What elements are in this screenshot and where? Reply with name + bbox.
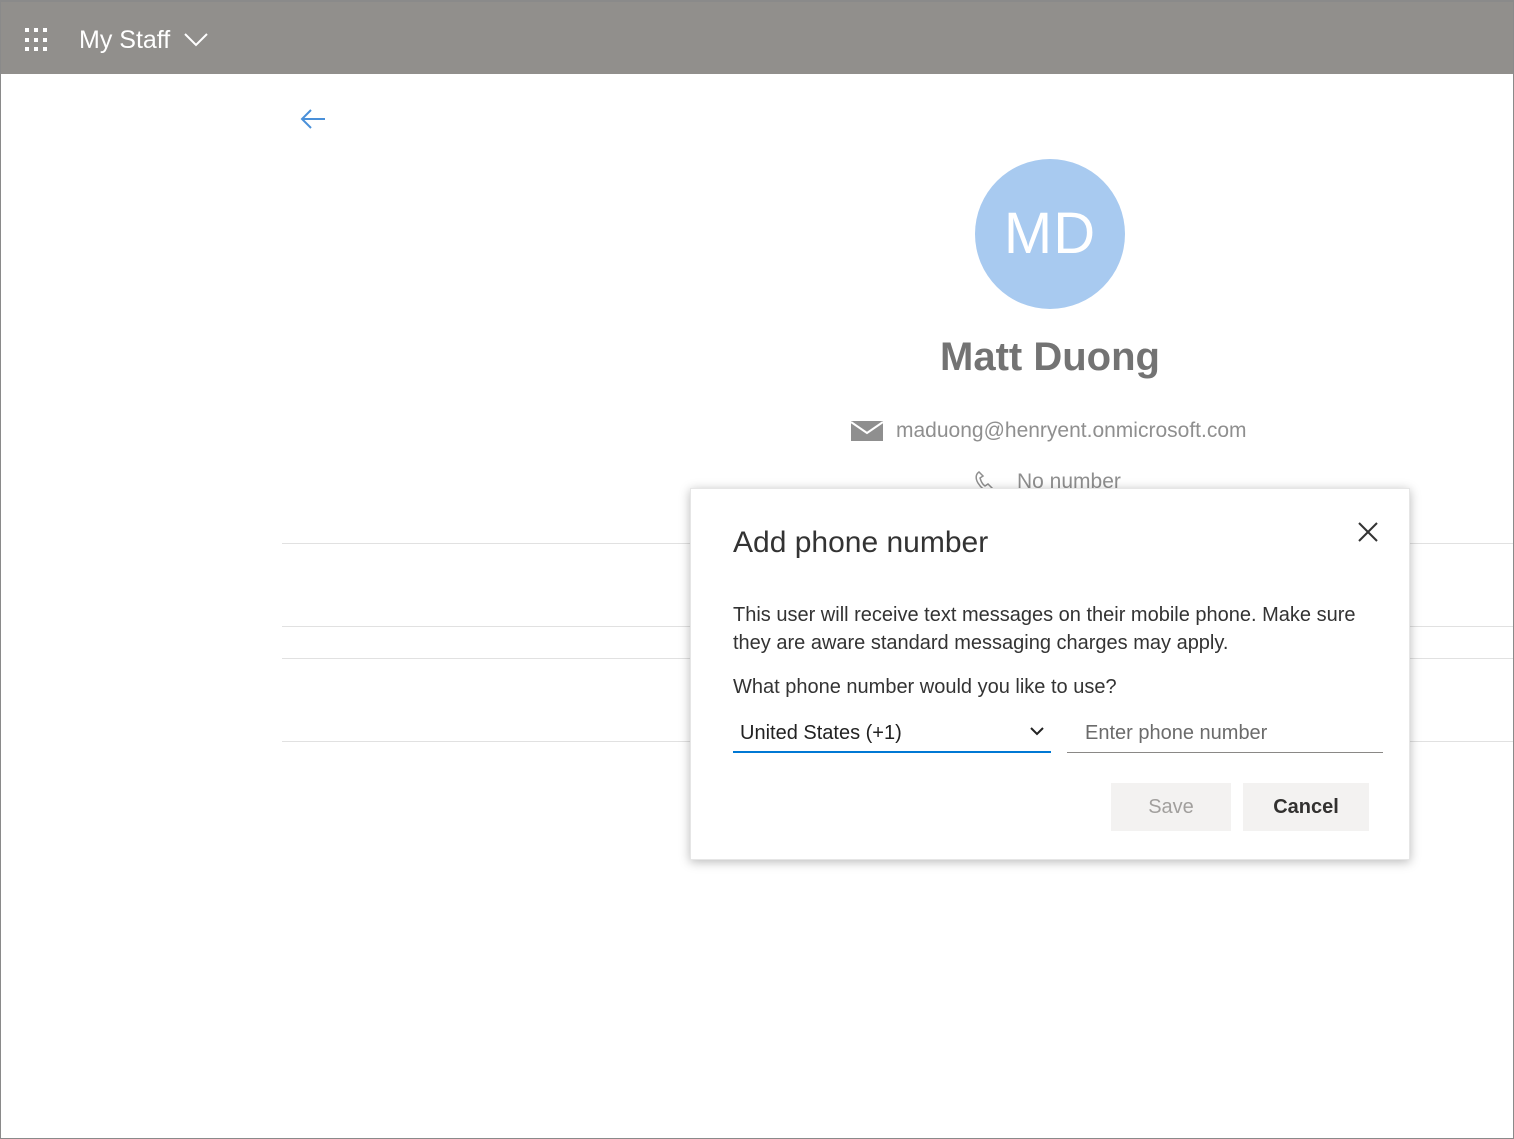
country-code-dropdown[interactable]: United States (+1): [733, 715, 1051, 753]
email-row: maduong@henryent.onmicrosoft.com: [850, 416, 1247, 446]
chevron-down-icon[interactable]: [183, 30, 209, 48]
add-phone-dialog: Add phone number This user will receive …: [690, 488, 1410, 860]
user-name: Matt Duong: [940, 335, 1160, 379]
save-button[interactable]: Save: [1111, 783, 1231, 831]
mail-icon: [850, 421, 884, 441]
back-arrow-icon[interactable]: [298, 104, 328, 134]
country-code-value: United States (+1): [740, 722, 902, 744]
close-icon[interactable]: [1355, 519, 1381, 545]
email-text: maduong@henryent.onmicrosoft.com: [896, 419, 1247, 442]
top-navigation-bar: My Staff: [1, 2, 1513, 74]
app-title[interactable]: My Staff: [79, 24, 170, 56]
avatar: MD: [975, 159, 1125, 309]
cancel-button[interactable]: Cancel: [1243, 783, 1369, 831]
dialog-question: What phone number would you like to use?: [733, 676, 1117, 698]
app-launcher-icon[interactable]: [25, 28, 49, 52]
dialog-description: This user will receive text messages on …: [733, 604, 1356, 654]
dialog-title: Add phone number: [733, 526, 989, 559]
phone-number-input[interactable]: [1067, 715, 1383, 753]
chevron-down-icon: [1030, 727, 1044, 736]
